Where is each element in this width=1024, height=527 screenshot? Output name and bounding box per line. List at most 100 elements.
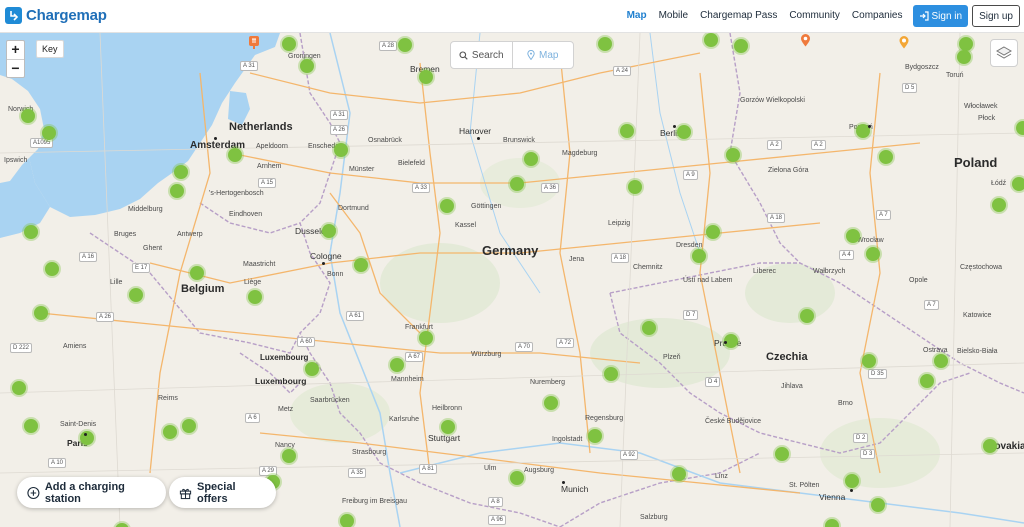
charging-cluster[interactable]	[845, 474, 859, 488]
charging-cluster[interactable]	[706, 225, 720, 239]
key-button[interactable]: Key	[36, 40, 64, 58]
nav-companies[interactable]: Companies	[846, 4, 909, 28]
charging-cluster[interactable]	[692, 249, 706, 263]
charging-cluster[interactable]	[510, 471, 524, 485]
charging-cluster[interactable]	[704, 33, 718, 47]
sign-up-button[interactable]: Sign up	[972, 5, 1020, 27]
zoom-in-button[interactable]: +	[7, 41, 24, 59]
sign-in-button[interactable]: Sign in	[912, 5, 969, 27]
map-tab[interactable]: Map	[513, 42, 574, 68]
charging-cluster[interactable]	[628, 180, 642, 194]
charging-cluster[interactable]	[734, 39, 748, 53]
charging-cluster[interactable]	[879, 150, 893, 164]
charging-cluster[interactable]	[334, 143, 348, 157]
charging-cluster[interactable]	[677, 125, 691, 139]
charging-cluster[interactable]	[992, 198, 1006, 212]
special-offers-button[interactable]: Special offers	[169, 477, 276, 508]
label-regensburg: Regensburg	[585, 415, 624, 422]
charging-cluster[interactable]	[340, 514, 354, 527]
charging-cluster[interactable]	[305, 362, 319, 376]
label-osnabruck: Osnabrück	[368, 137, 402, 144]
charging-cluster[interactable]	[45, 262, 59, 276]
charging-cluster[interactable]	[398, 38, 412, 52]
charging-cluster[interactable]	[957, 50, 971, 64]
nav-chargemap-pass[interactable]: Chargemap Pass	[694, 4, 783, 28]
charging-cluster[interactable]	[390, 358, 404, 372]
charging-cluster[interactable]	[322, 224, 336, 238]
search-tab[interactable]: Search	[451, 42, 513, 68]
charging-cluster[interactable]	[510, 177, 524, 191]
charging-cluster[interactable]	[825, 519, 839, 527]
charging-cluster[interactable]	[800, 309, 814, 323]
label-liege: Liège	[244, 279, 262, 286]
charging-cluster[interactable]	[983, 439, 997, 453]
label-ghent: Ghent	[143, 245, 163, 252]
charging-cluster[interactable]	[21, 109, 35, 123]
charging-cluster[interactable]	[24, 225, 38, 239]
nav-mobile[interactable]: Mobile	[653, 4, 694, 28]
charging-cluster[interactable]	[1016, 121, 1024, 135]
charging-cluster[interactable]	[588, 429, 602, 443]
charging-cluster[interactable]	[920, 374, 934, 388]
charging-cluster[interactable]	[871, 498, 885, 512]
label-netherlands: Netherlands	[229, 121, 293, 133]
road-shield: A 60	[297, 337, 316, 347]
charging-cluster[interactable]	[80, 431, 94, 445]
charging-cluster[interactable]	[524, 152, 538, 166]
charging-cluster[interactable]	[934, 354, 948, 368]
charging-cluster[interactable]	[248, 290, 262, 304]
charging-cluster[interactable]	[228, 148, 242, 162]
charging-cluster[interactable]	[959, 37, 973, 51]
charging-cluster[interactable]	[419, 70, 433, 84]
station-pin-icon[interactable]	[248, 35, 260, 49]
label-nancy: Nancy	[275, 442, 295, 449]
charging-cluster[interactable]	[544, 396, 558, 410]
road-shield: A 92	[620, 450, 639, 460]
label-poland: Poland	[954, 155, 998, 170]
charging-cluster[interactable]	[282, 449, 296, 463]
charging-cluster[interactable]	[642, 321, 656, 335]
layers-button[interactable]	[990, 39, 1018, 67]
charging-cluster[interactable]	[129, 288, 143, 302]
charging-cluster[interactable]	[282, 37, 296, 51]
charging-cluster[interactable]	[598, 37, 612, 51]
charging-cluster[interactable]	[163, 425, 177, 439]
charging-cluster[interactable]	[1012, 177, 1024, 191]
charging-cluster[interactable]	[846, 229, 860, 243]
gift-icon	[179, 488, 192, 499]
map-canvas[interactable]: + − Key Search Map Netherlands Germany B…	[0, 33, 1024, 527]
station-pin-icon[interactable]	[800, 33, 811, 47]
charging-cluster[interactable]	[441, 420, 455, 434]
label-st-polten: St. Pölten	[789, 482, 820, 489]
zoom-out-button[interactable]: −	[7, 59, 24, 77]
charging-cluster[interactable]	[174, 165, 188, 179]
chargemap-logo[interactable]: Chargemap	[5, 7, 107, 24]
add-charging-station-button[interactable]: Add a charging station	[17, 477, 166, 508]
label-zielona-gora: Zielona Góra	[768, 167, 809, 174]
charging-cluster[interactable]	[726, 148, 740, 162]
charging-cluster[interactable]	[620, 124, 634, 138]
charging-cluster[interactable]	[866, 247, 880, 261]
label-amiens: Amiens	[63, 343, 87, 350]
nav-community[interactable]: Community	[783, 4, 846, 28]
map-pin-icon	[527, 50, 535, 60]
charging-cluster[interactable]	[170, 184, 184, 198]
station-pin-icon[interactable]	[898, 35, 910, 49]
charging-cluster[interactable]	[12, 381, 26, 395]
road-shield: A 31	[240, 61, 259, 71]
nav-map[interactable]: Map	[621, 4, 653, 28]
charging-cluster[interactable]	[182, 419, 196, 433]
charging-cluster[interactable]	[604, 367, 618, 381]
city-dot	[673, 125, 676, 128]
charging-cluster[interactable]	[862, 354, 876, 368]
charging-cluster[interactable]	[354, 258, 368, 272]
charging-cluster[interactable]	[34, 306, 48, 320]
charging-cluster[interactable]	[190, 266, 204, 280]
charging-cluster[interactable]	[440, 199, 454, 213]
charging-cluster[interactable]	[775, 447, 789, 461]
charging-cluster[interactable]	[672, 467, 686, 481]
charging-cluster[interactable]	[419, 331, 433, 345]
charging-cluster[interactable]	[300, 59, 314, 73]
charging-cluster[interactable]	[42, 126, 56, 140]
charging-cluster[interactable]	[24, 419, 38, 433]
